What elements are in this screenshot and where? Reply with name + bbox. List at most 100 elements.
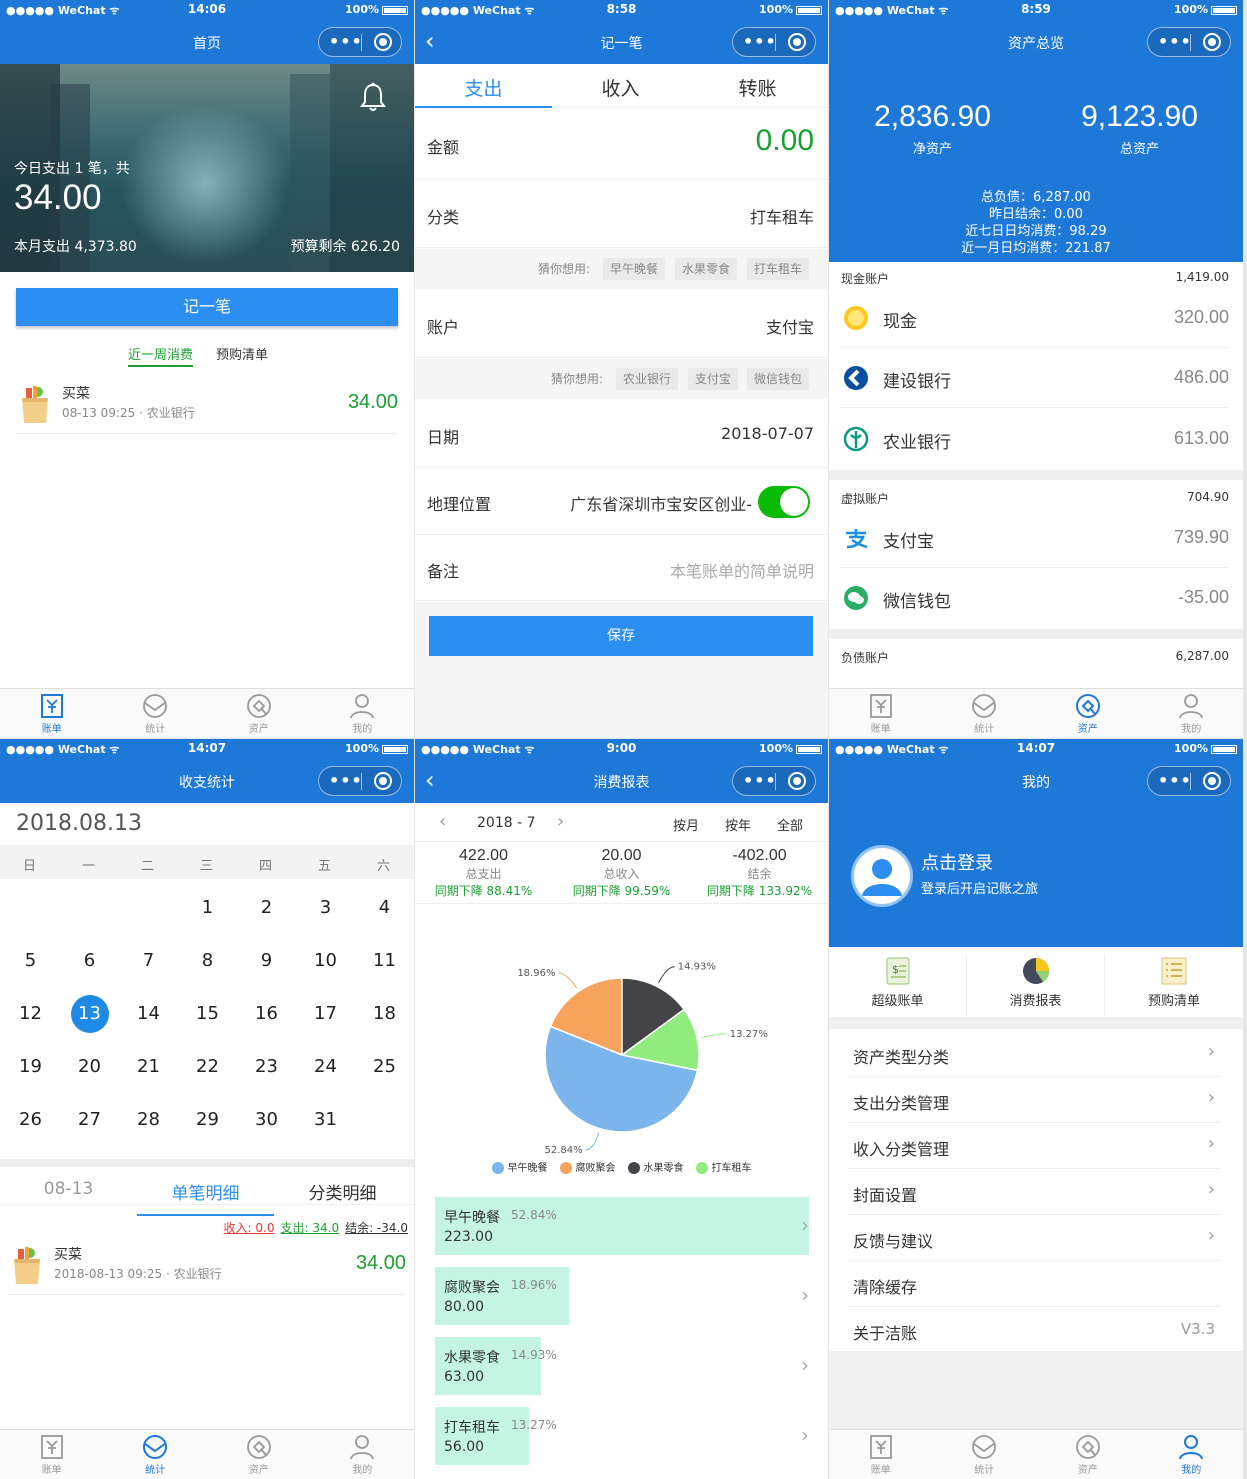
calendar-day[interactable]: 6 [60, 950, 119, 971]
calendar-day[interactable]: 28 [119, 1109, 178, 1130]
legend-item[interactable]: 腐败聚会 [559, 1159, 616, 1174]
calendar-day[interactable]: 8 [178, 950, 237, 971]
amount-row[interactable]: 金额 0.00 [415, 108, 828, 180]
tab-stats[interactable]: 统计 [933, 689, 1037, 738]
menu-item[interactable]: 资产类型分类 › [847, 1031, 1221, 1077]
calendar-day[interactable]: 22 [178, 1056, 237, 1077]
calendar-day[interactable]: 29 [178, 1109, 237, 1130]
tab-assets[interactable]: 资产 [1036, 689, 1140, 738]
calendar-day[interactable]: 11 [355, 950, 414, 971]
location-toggle[interactable] [758, 486, 810, 518]
category-bar-row[interactable]: 打车租车 13.27% 56.00 › [435, 1407, 809, 1465]
tab-bill[interactable]: 账单 [0, 689, 104, 738]
close-target-icon[interactable] [1203, 33, 1221, 51]
suggest-chip[interactable]: 水果零食 [675, 258, 738, 280]
calendar-day[interactable]: 2 [237, 897, 296, 918]
menu-item[interactable]: 支出分类管理 › [847, 1077, 1221, 1123]
tab-single-detail[interactable]: 单笔明细 [137, 1179, 274, 1216]
calendar-date[interactable]: 2018.08.13 [16, 811, 142, 836]
date-value[interactable]: 2018-07-07 [721, 424, 814, 443]
suggest-chip[interactable]: 打车租车 [747, 258, 810, 280]
tab-me[interactable]: 我的 [1140, 1430, 1244, 1479]
calendar-day[interactable]: 9 [237, 950, 296, 971]
suggest-chip[interactable]: 农业银行 [616, 368, 679, 390]
tab-me[interactable]: 我的 [311, 689, 415, 738]
date-row[interactable]: 日期 2018-07-07 [415, 400, 828, 468]
account-item[interactable]: 农业银行 613.00 [841, 409, 1229, 469]
legend-item[interactable]: 水果零食 [627, 1159, 684, 1174]
more-icon[interactable]: ••• [329, 771, 363, 791]
menu-item[interactable]: 封面设置 › [847, 1169, 1221, 1215]
tab-bill[interactable]: 账单 [829, 1430, 933, 1479]
calendar-day[interactable]: 26 [1, 1109, 60, 1130]
tab-category-detail[interactable]: 分类明细 [274, 1179, 411, 1204]
tab-income[interactable]: 收入 [552, 74, 689, 101]
calendar-day[interactable]: 16 [237, 1003, 296, 1024]
mini-program-capsule[interactable]: ••• [318, 27, 402, 57]
next-period-icon[interactable]: › [557, 811, 564, 832]
more-icon[interactable]: ••• [1158, 32, 1192, 52]
prev-period-icon[interactable]: ‹ [439, 811, 446, 832]
list-item[interactable]: 买菜 2018-08-13 09:25 · 农业银行 34.00 [8, 1239, 406, 1295]
account-item[interactable]: 现金 320.00 [841, 288, 1229, 348]
category-bar-row[interactable]: 腐败聚会 18.96% 80.00 › [435, 1267, 809, 1325]
category-value[interactable]: 打车租车 [750, 204, 814, 228]
more-icon[interactable]: ••• [743, 771, 777, 791]
calendar-day[interactable]: 24 [296, 1056, 355, 1077]
calendar-day[interactable]: 14 [119, 1003, 178, 1024]
legend-item[interactable]: 早午晚餐 [491, 1159, 548, 1174]
calendar-day[interactable]: 10 [296, 950, 355, 971]
calendar-day[interactable]: 5 [1, 950, 60, 971]
menu-item[interactable]: 收入分类管理 › [847, 1123, 1221, 1169]
avatar[interactable] [851, 845, 913, 907]
calendar-day[interactable]: 7 [119, 950, 178, 971]
menu-item[interactable]: 清除缓存 [847, 1261, 1221, 1307]
account-row[interactable]: 账户 支付宝 [415, 290, 828, 358]
note-row[interactable]: 备注 本笔账单的简单说明 [415, 535, 828, 601]
tab-shopping-list[interactable]: 预购清单 [216, 344, 268, 363]
amount-input[interactable]: 0.00 [756, 124, 814, 158]
calendar-day[interactable]: 25 [355, 1056, 414, 1077]
shortcut-super-bill[interactable]: $ 超级账单 [829, 954, 967, 1016]
calendar-day[interactable]: 19 [1, 1056, 60, 1077]
tab-expense[interactable]: 支出 [415, 74, 552, 101]
mode-all[interactable]: 全部 [777, 815, 803, 834]
mini-program-capsule[interactable]: ••• [318, 766, 402, 796]
calendar-day[interactable]: 4 [355, 897, 414, 918]
calendar-day[interactable]: 23 [237, 1056, 296, 1077]
mini-program-capsule[interactable]: ••• [1147, 27, 1231, 57]
close-target-icon[interactable] [374, 33, 392, 51]
calendar-day[interactable]: 27 [60, 1109, 119, 1130]
calendar-day[interactable]: 13 [60, 1003, 119, 1024]
login-link[interactable]: 点击登录 [921, 849, 993, 875]
close-target-icon[interactable] [1203, 772, 1221, 790]
menu-item[interactable]: 反馈与建议 › [847, 1215, 1221, 1261]
category-bar-row[interactable]: 水果零食 14.93% 63.00 › [435, 1337, 809, 1395]
tab-stats[interactable]: 统计 [104, 689, 208, 738]
close-target-icon[interactable] [788, 33, 806, 51]
category-bar-row[interactable]: 早午晚餐 52.84% 223.00 › [435, 1197, 809, 1255]
mini-program-capsule[interactable]: ••• [1147, 766, 1231, 796]
legend-item[interactable]: 打车租车 [695, 1159, 752, 1174]
calendar-day[interactable]: 17 [296, 1003, 355, 1024]
account-value[interactable]: 支付宝 [766, 314, 814, 338]
calendar-day[interactable]: 30 [237, 1109, 296, 1130]
account-item[interactable]: 建设银行 486.00 [841, 348, 1229, 408]
calendar-day[interactable]: 12 [1, 1003, 60, 1024]
calendar-day[interactable]: 3 [296, 897, 355, 918]
account-item[interactable]: 支付宝 739.90 [841, 508, 1229, 568]
calendar-day[interactable]: 15 [178, 1003, 237, 1024]
shortcut-report[interactable]: 消费报表 [967, 954, 1105, 1016]
tab-assets[interactable]: 资产 [1036, 1430, 1140, 1479]
tab-stats[interactable]: 统计 [933, 1430, 1037, 1479]
tab-week-spend[interactable]: 近一周消费 [128, 344, 194, 367]
more-icon[interactable]: ••• [329, 32, 363, 52]
calendar-day[interactable]: 1 [178, 897, 237, 918]
calendar-day[interactable]: 20 [60, 1056, 119, 1077]
close-target-icon[interactable] [374, 772, 392, 790]
account-item[interactable]: 微信钱包 -35.00 [841, 568, 1229, 628]
mini-program-capsule[interactable]: ••• [732, 27, 816, 57]
shortcut-shopping-list[interactable]: 预购清单 [1105, 954, 1243, 1016]
save-button[interactable]: 保存 [429, 616, 813, 656]
profile-header[interactable]: 点击登录 登录后开启记账之旅 [829, 803, 1243, 947]
